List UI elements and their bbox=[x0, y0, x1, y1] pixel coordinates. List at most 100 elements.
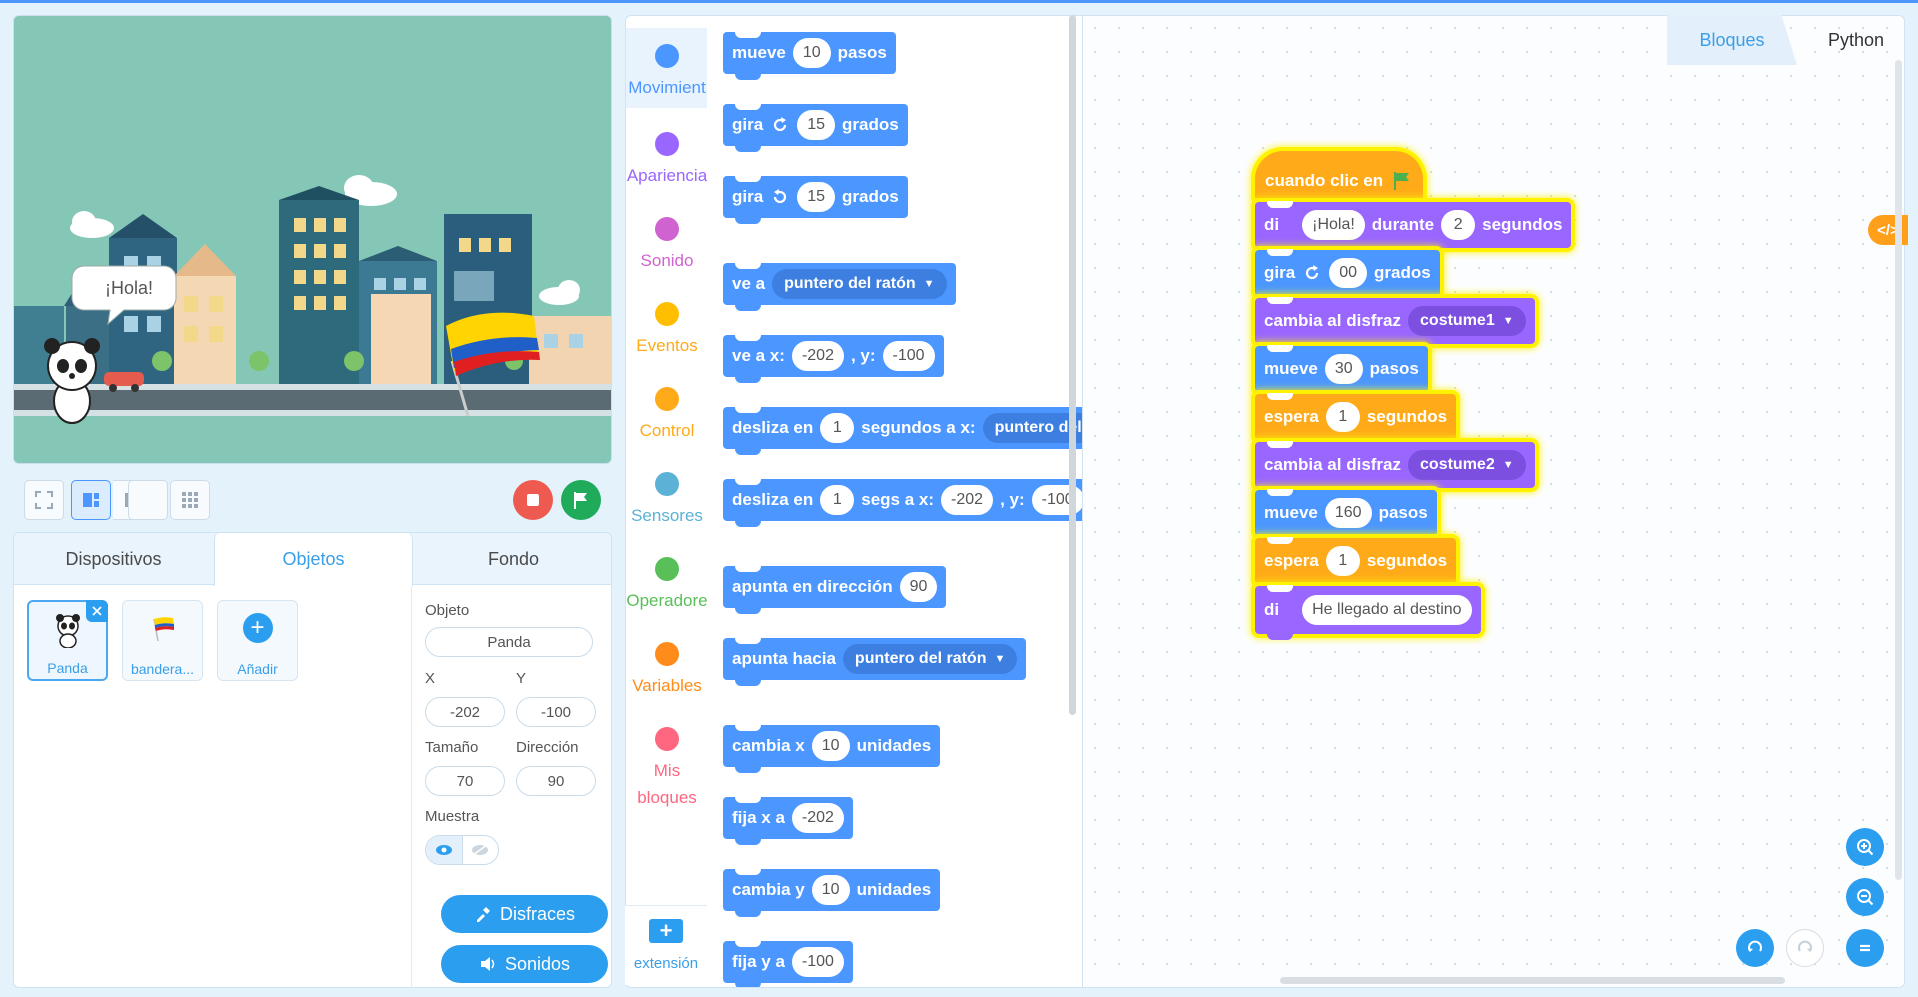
sounds-button[interactable]: Sonidos bbox=[441, 945, 608, 983]
costumes-button[interactable]: Disfraces bbox=[441, 895, 608, 933]
category-motion[interactable]: Movimient bbox=[626, 28, 708, 108]
palette-block-goto-xy[interactable]: ve a x: -202 , y: -100 bbox=[723, 334, 944, 383]
eye-visible-icon[interactable] bbox=[426, 836, 462, 864]
block-input[interactable]: -202 bbox=[791, 803, 844, 833]
fullscreen-icon[interactable] bbox=[24, 480, 64, 520]
category-sound[interactable]: Sonido bbox=[626, 203, 708, 283]
hat-block[interactable]: cuando clic en bbox=[1255, 151, 1424, 201]
category-variables[interactable]: Variables bbox=[626, 628, 708, 708]
tab-devices[interactable]: Dispositivos bbox=[14, 533, 213, 585]
sprite-card-panda[interactable]: Panda bbox=[27, 600, 108, 681]
undo-button[interactable] bbox=[1736, 929, 1774, 967]
block-input[interactable]: 1 bbox=[1325, 402, 1360, 432]
palette-block-set-y[interactable]: fija y a -100 bbox=[723, 940, 853, 987]
delete-sprite-button[interactable] bbox=[86, 600, 108, 622]
add-sprite-button[interactable]: + Añadir bbox=[217, 600, 298, 681]
size-field[interactable]: 70 bbox=[425, 766, 505, 796]
sprite-card-flag[interactable]: bandera... bbox=[122, 600, 203, 681]
zoom-reset-button[interactable] bbox=[1846, 929, 1884, 967]
grid-view-icon[interactable] bbox=[170, 480, 210, 520]
y-field[interactable]: -100 bbox=[516, 697, 596, 727]
block-input[interactable]: -100 bbox=[791, 947, 844, 977]
tab-python[interactable]: Python bbox=[1807, 15, 1905, 65]
script-block-wait-1[interactable]: espera 1 segundos bbox=[1255, 393, 1457, 446]
category-my-blocks[interactable]: Mis bloques bbox=[626, 713, 708, 813]
block-input[interactable]: 15 bbox=[797, 182, 835, 212]
palette-block-glide-xy[interactable]: desliza en 1 segs a x: -202 , y: -100 bbox=[723, 478, 1082, 527]
tab-backdrop[interactable]: Fondo bbox=[414, 533, 611, 585]
block-input[interactable]: -100 bbox=[882, 341, 935, 371]
stop-button[interactable] bbox=[513, 480, 553, 520]
tab-blocks[interactable]: Bloques bbox=[1667, 15, 1797, 65]
script-block-wait-2[interactable]: espera 1 segundos bbox=[1255, 537, 1457, 590]
x-field[interactable]: -202 bbox=[425, 697, 505, 727]
category-control[interactable]: Control bbox=[626, 373, 708, 453]
script-block-say-for[interactable]: di ¡Hola! durante 2 segundos bbox=[1255, 201, 1572, 254]
block-input[interactable]: 90 bbox=[899, 572, 938, 602]
block-input[interactable]: 160 bbox=[1324, 498, 1372, 528]
block-dropdown[interactable]: puntero del ratón ▼ bbox=[842, 644, 1018, 674]
block-dropdown[interactable]: puntero del bbox=[982, 413, 1082, 443]
block-dropdown[interactable]: costume1 ▼ bbox=[1408, 306, 1526, 336]
eye-hidden-icon[interactable] bbox=[461, 836, 498, 864]
palette-block-change-x[interactable]: cambia x 10 unidades bbox=[723, 724, 941, 773]
block-input[interactable]: 15 bbox=[797, 110, 835, 140]
zoom-in-button[interactable] bbox=[1846, 828, 1884, 866]
block-input[interactable]: -202 bbox=[791, 341, 844, 371]
block-dropdown[interactable]: costume2 ▼ bbox=[1408, 450, 1526, 480]
code-workspace[interactable]: cuando clic en di ¡Hola! durante 2 segun… bbox=[1082, 15, 1905, 988]
script-block-switch-costume-2[interactable]: cambia al disfraz costume2 ▼ bbox=[1255, 441, 1535, 494]
palette-block-set-x[interactable]: fija x a -202 bbox=[723, 796, 853, 845]
palette-block-goto[interactable]: ve a puntero del ratón ▼ bbox=[723, 262, 956, 311]
palette-block-point-direction[interactable]: apunta en dirección 90 bbox=[723, 565, 947, 614]
extension-button[interactable]: + extensión bbox=[625, 905, 707, 985]
small-stage-layout-icon[interactable] bbox=[71, 480, 111, 520]
block-input[interactable]: 1 bbox=[820, 485, 855, 515]
green-flag-button[interactable] bbox=[561, 480, 601, 520]
block-dropdown[interactable]: puntero del ratón ▼ bbox=[772, 269, 947, 299]
block-input[interactable]: 10 bbox=[811, 731, 850, 761]
stage[interactable]: ¡Hola! bbox=[13, 15, 612, 464]
redo-icon bbox=[1798, 940, 1812, 952]
tab-sprites[interactable]: Objetos bbox=[214, 533, 413, 586]
block-input[interactable]: 10 bbox=[811, 875, 850, 905]
block-input[interactable]: 2 bbox=[1441, 210, 1476, 240]
block-input[interactable]: ¡Hola! bbox=[1302, 210, 1365, 240]
category-sensing[interactable]: Sensores bbox=[626, 458, 708, 538]
script-block-move-1[interactable]: mueve 30 pasos bbox=[1255, 345, 1428, 398]
block-text: mueve bbox=[1264, 503, 1318, 522]
zoom-out-button[interactable] bbox=[1846, 878, 1884, 916]
dropdown-value: puntero del ratón bbox=[854, 650, 987, 667]
redo-button[interactable] bbox=[1786, 929, 1824, 967]
palette-scrollbar[interactable] bbox=[1069, 15, 1076, 715]
script-block-say[interactable]: di He llegado al destino bbox=[1255, 585, 1481, 640]
script-block-switch-costume-1[interactable]: cambia al disfraz costume1 ▼ bbox=[1255, 297, 1535, 350]
block-input[interactable]: -202 bbox=[941, 485, 994, 515]
block-input[interactable]: 00 bbox=[1329, 258, 1367, 288]
category-looks[interactable]: Apariencia bbox=[626, 118, 708, 198]
block-input[interactable]: He llegado al destino bbox=[1302, 595, 1472, 625]
block-text: , y: bbox=[1000, 490, 1025, 509]
code-toggle-button[interactable]: </> bbox=[1868, 215, 1908, 245]
category-operators[interactable]: Operadore bbox=[626, 543, 708, 623]
palette-block-glide-to[interactable]: desliza en 1 segundos a x: puntero del bbox=[723, 406, 1082, 455]
sounds-label: Sonidos bbox=[504, 953, 571, 974]
workspace-horizontal-scrollbar[interactable] bbox=[1280, 977, 1785, 984]
block-input[interactable]: 10 bbox=[792, 38, 831, 68]
palette-block-change-y[interactable]: cambia y 10 unidades bbox=[723, 868, 941, 917]
block-text: espera bbox=[1264, 551, 1319, 570]
object-name-field[interactable]: Panda bbox=[425, 627, 593, 657]
block-input[interactable]: 30 bbox=[1324, 354, 1363, 384]
category-events[interactable]: Eventos bbox=[626, 288, 708, 368]
script-block-turn[interactable]: gira 00 grados bbox=[1255, 249, 1440, 302]
palette-block-turn-left[interactable]: gira 15 grados bbox=[723, 175, 908, 224]
chevron-down-icon: ▼ bbox=[923, 278, 935, 290]
workspace-vertical-scrollbar[interactable] bbox=[1895, 60, 1902, 880]
block-input[interactable]: 1 bbox=[1325, 546, 1360, 576]
script-block-move-2[interactable]: mueve 160 pasos bbox=[1255, 489, 1437, 542]
palette-block-move[interactable]: mueve 10 pasos bbox=[723, 31, 896, 80]
palette-block-point-towards[interactable]: apunta hacia puntero del ratón ▼ bbox=[723, 637, 1027, 686]
block-input[interactable]: 1 bbox=[820, 413, 855, 443]
palette-block-turn-right[interactable]: gira 15 grados bbox=[723, 103, 908, 152]
direction-field[interactable]: 90 bbox=[516, 766, 596, 796]
